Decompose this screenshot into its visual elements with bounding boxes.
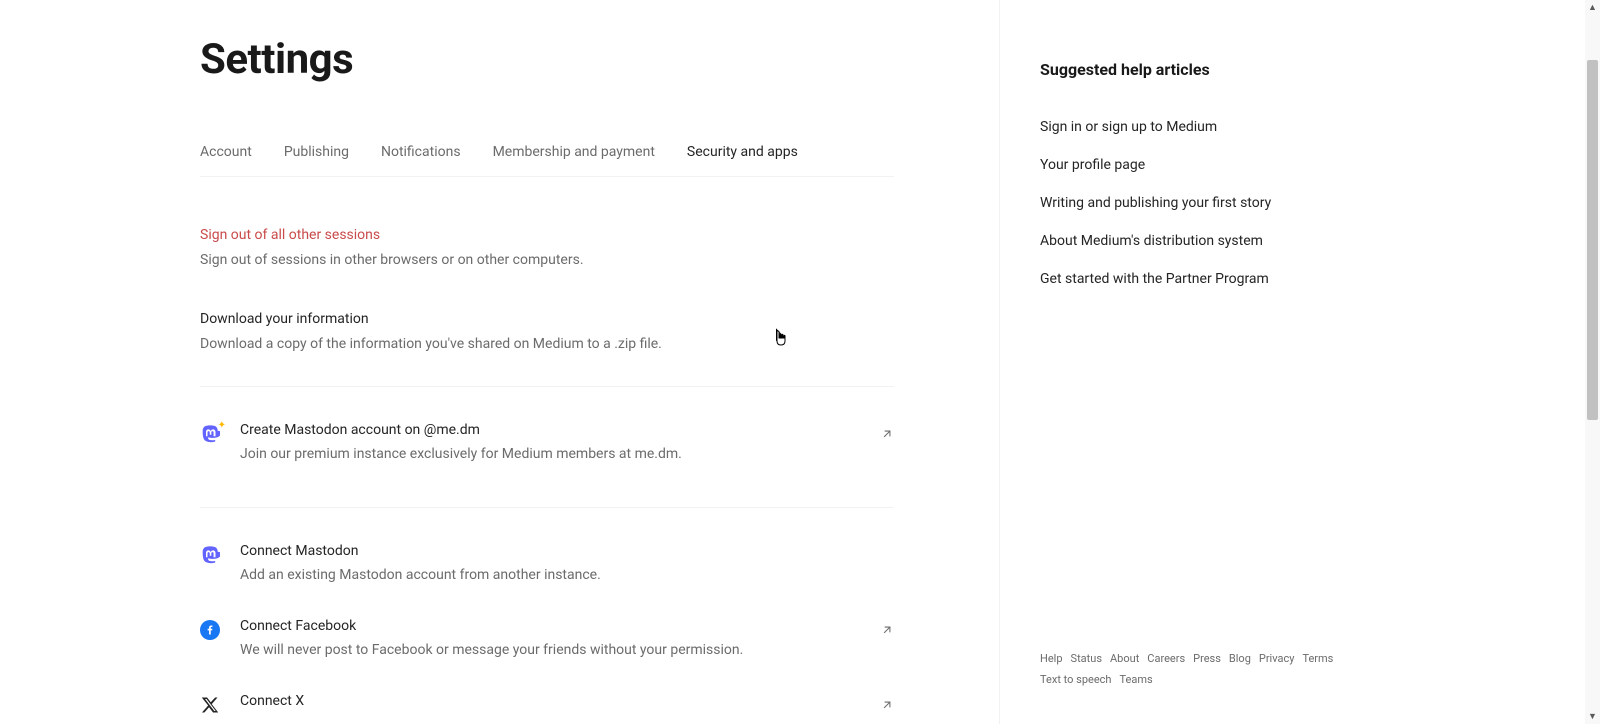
create-mastodon-item[interactable]: ✦ Create Mastodon account on @me.dm Join… [200,422,894,462]
help-link-sign-in[interactable]: Sign in or sign up to Medium [1040,119,1600,135]
scrollbar-down-icon[interactable]: ▼ [1585,709,1600,724]
page-title: Settings [200,35,999,84]
create-mastodon-title: Create Mastodon account on @me.dm [240,422,894,438]
help-link-partner[interactable]: Get started with the Partner Program [1040,271,1600,287]
download-info-title: Download your information [200,311,894,327]
scrollbar-track[interactable]: ▲ ▼ [1585,0,1600,724]
footer-terms[interactable]: Terms [1302,652,1333,665]
sign-out-sessions-item[interactable]: Sign out of all other sessions Sign out … [200,227,894,271]
connect-mastodon-title: Connect Mastodon [240,543,894,559]
divider [200,507,894,508]
download-info-desc: Download a copy of the information you'v… [200,335,894,355]
connect-facebook-desc: We will never post to Facebook or messag… [240,642,894,658]
footer-about[interactable]: About [1110,652,1139,665]
connect-facebook-item[interactable]: Connect Facebook We will never post to F… [200,618,894,658]
connect-x-item[interactable]: Connect X [200,693,894,718]
sparkle-icon: ✦ [218,420,226,431]
download-info-item[interactable]: Download your information Download a cop… [200,311,894,355]
settings-tabs: Account Publishing Notifications Members… [200,144,894,177]
x-icon [200,695,220,715]
footer-privacy[interactable]: Privacy [1259,652,1295,665]
help-link-profile[interactable]: Your profile page [1040,157,1600,173]
footer-help[interactable]: Help [1040,652,1063,665]
help-articles-title: Suggested help articles [1040,60,1600,79]
connect-mastodon-desc: Add an existing Mastodon account from an… [240,567,894,583]
footer-status[interactable]: Status [1071,652,1102,665]
footer-blog[interactable]: Blog [1229,652,1251,665]
connect-facebook-title: Connect Facebook [240,618,894,634]
help-link-distribution[interactable]: About Medium's distribution system [1040,233,1600,249]
footer-tts[interactable]: Text to speech [1040,673,1111,686]
sign-out-sessions-desc: Sign out of sessions in other browsers o… [200,251,894,271]
tab-membership[interactable]: Membership and payment [493,144,655,160]
footer-careers[interactable]: Careers [1147,652,1185,665]
connect-x-title: Connect X [240,693,894,709]
connect-mastodon-item[interactable]: Connect Mastodon Add an existing Mastodo… [200,543,894,583]
main-content: Settings Account Publishing Notification… [0,0,1000,724]
footer-press[interactable]: Press [1193,652,1221,665]
tab-security-and-apps[interactable]: Security and apps [687,144,798,160]
sign-out-sessions-title: Sign out of all other sessions [200,227,894,243]
external-link-icon [880,622,894,641]
tab-account[interactable]: Account [200,144,252,160]
footer-teams[interactable]: Teams [1119,673,1152,686]
help-link-writing[interactable]: Writing and publishing your first story [1040,195,1600,211]
external-link-icon [880,426,894,445]
sidebar: Suggested help articles Sign in or sign … [1000,0,1600,724]
create-mastodon-desc: Join our premium instance exclusively fo… [240,446,894,462]
footer-links: Help Status About Careers Press Blog Pri… [1040,652,1400,686]
divider [200,386,894,387]
tab-publishing[interactable]: Publishing [284,144,349,160]
mastodon-icon [200,545,220,565]
facebook-icon [200,620,220,640]
scrollbar-up-icon[interactable]: ▲ [1585,0,1600,15]
external-link-icon [880,697,894,716]
tab-notifications[interactable]: Notifications [381,144,461,160]
scrollbar-thumb[interactable] [1587,60,1598,420]
help-links-list: Sign in or sign up to Medium Your profil… [1040,119,1600,287]
mastodon-icon: ✦ [200,424,220,444]
